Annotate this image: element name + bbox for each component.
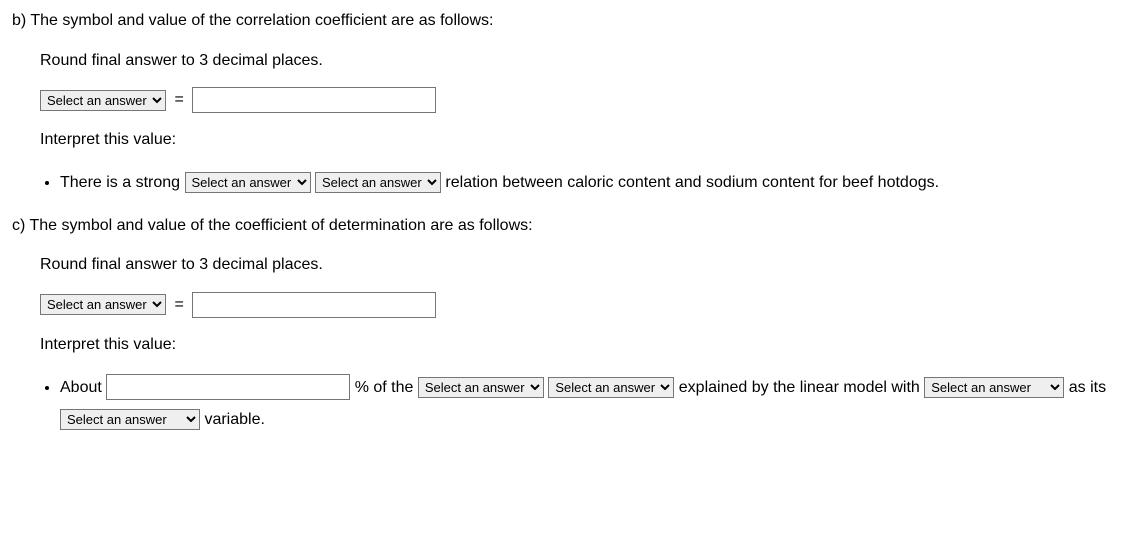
part-b-instruction: Round final answer to 3 decimal places. (40, 48, 1134, 74)
part-c-header: c) The symbol and value of the coefficie… (12, 213, 1134, 239)
part-b-interpret-label: Interpret this value: (40, 127, 1134, 153)
part-b-relation-select-1[interactable]: Select an answer (185, 172, 311, 193)
part-c-bullet-item: About % of the Select an answer Select a… (60, 372, 1134, 436)
part-b: b) The symbol and value of the correlati… (12, 8, 1134, 199)
part-c-symbol-select[interactable]: Select an answer (40, 294, 166, 315)
as-its-text: as its (1069, 379, 1106, 396)
part-b-bullet-list: There is a strong Select an answer Selec… (12, 167, 1134, 199)
part-b-header: b) The symbol and value of the correlati… (12, 8, 1134, 34)
part-c-select-1[interactable]: Select an answer (418, 377, 544, 398)
part-c-interpret-label: Interpret this value: (40, 332, 1134, 358)
part-c-value-input[interactable] (192, 292, 436, 318)
part-b-symbol-select[interactable]: Select an answer (40, 90, 166, 111)
part-c-instruction: Round final answer to 3 decimal places. (40, 252, 1134, 278)
bullet-text-pre: There is a strong (60, 174, 185, 191)
part-c-bullet-list: About % of the Select an answer Select a… (12, 372, 1134, 436)
part-b-relation-select-2[interactable]: Select an answer (315, 172, 441, 193)
bullet-text-mid: relation between caloric content and sod… (445, 174, 939, 191)
part-c-select-2[interactable]: Select an answer (548, 377, 674, 398)
explained-text: explained by the linear model with (679, 379, 924, 396)
part-c-percent-input[interactable] (106, 374, 350, 400)
pct-text: % of the (355, 379, 418, 396)
part-c: c) The symbol and value of the coefficie… (12, 213, 1134, 436)
part-c-select-3[interactable]: Select an answer (924, 377, 1064, 398)
part-b-equation-row: Select an answer = (40, 87, 1134, 113)
part-c-select-4[interactable]: Select an answer (60, 409, 200, 430)
variable-text: variable. (204, 411, 264, 428)
about-text: About (60, 379, 106, 396)
part-b-bullet-item: There is a strong Select an answer Selec… (60, 167, 1134, 199)
part-b-value-input[interactable] (192, 87, 436, 113)
part-c-equation-row: Select an answer = (40, 292, 1134, 318)
equals-sign: = (174, 292, 183, 318)
equals-sign: = (174, 87, 183, 113)
